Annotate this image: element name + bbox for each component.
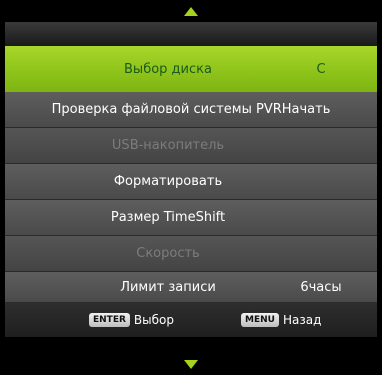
- hint-enter: ENTER Выбор: [89, 313, 174, 327]
- menu-item-label: Форматировать: [113, 174, 223, 189]
- menu-item-value: Начать: [281, 102, 331, 117]
- hint-menu: MENU Назад: [241, 313, 321, 327]
- scroll-up-arrow[interactable]: [0, 0, 382, 22]
- hint-menu-label: Назад: [282, 313, 322, 327]
- menu-item-value: C: [316, 61, 326, 77]
- triangle-up-icon: [184, 6, 198, 16]
- menu-item-label: Скорость: [136, 246, 200, 261]
- menu-item-speed: Скорость: [5, 236, 377, 272]
- menu-item-fs-check[interactable]: Проверка файловой системы PVRНачать: [5, 92, 377, 128]
- menu-item-label: Выбор диска: [124, 61, 212, 77]
- enter-key-icon: ENTER: [89, 313, 130, 327]
- menu-item-timeshift-size[interactable]: Размер TimeShift: [5, 200, 377, 236]
- hint-enter-label: Выбор: [133, 313, 174, 327]
- menu-item-format[interactable]: Форматировать: [5, 164, 377, 200]
- menu-item-label: Проверка файловой системы PVR: [51, 102, 282, 117]
- menu-item-record-limit[interactable]: Лимит записи 6часы: [5, 272, 377, 303]
- panel-top-strip: [5, 22, 377, 46]
- footer-hints: ENTER Выбор MENU Назад: [5, 303, 377, 337]
- scroll-down-arrow[interactable]: [0, 353, 382, 375]
- menu-key-icon: MENU: [241, 313, 279, 327]
- menu-item-usb-drive: USB-накопитель: [5, 128, 377, 164]
- menu-item-label: Лимит записи: [120, 279, 216, 295]
- menu-item-disk-select[interactable]: Выбор диска C: [5, 46, 377, 92]
- pvr-settings-panel: Выбор диска C Проверка файловой системы …: [5, 22, 377, 353]
- menu-item-text: Проверка файловой системы PVRНачать: [5, 102, 377, 117]
- menu-item-label: USB-накопитель: [111, 138, 225, 153]
- triangle-down-icon: [184, 359, 198, 369]
- menu-item-label: Размер TimeShift: [110, 210, 226, 225]
- menu-item-value: 6часы: [300, 279, 342, 295]
